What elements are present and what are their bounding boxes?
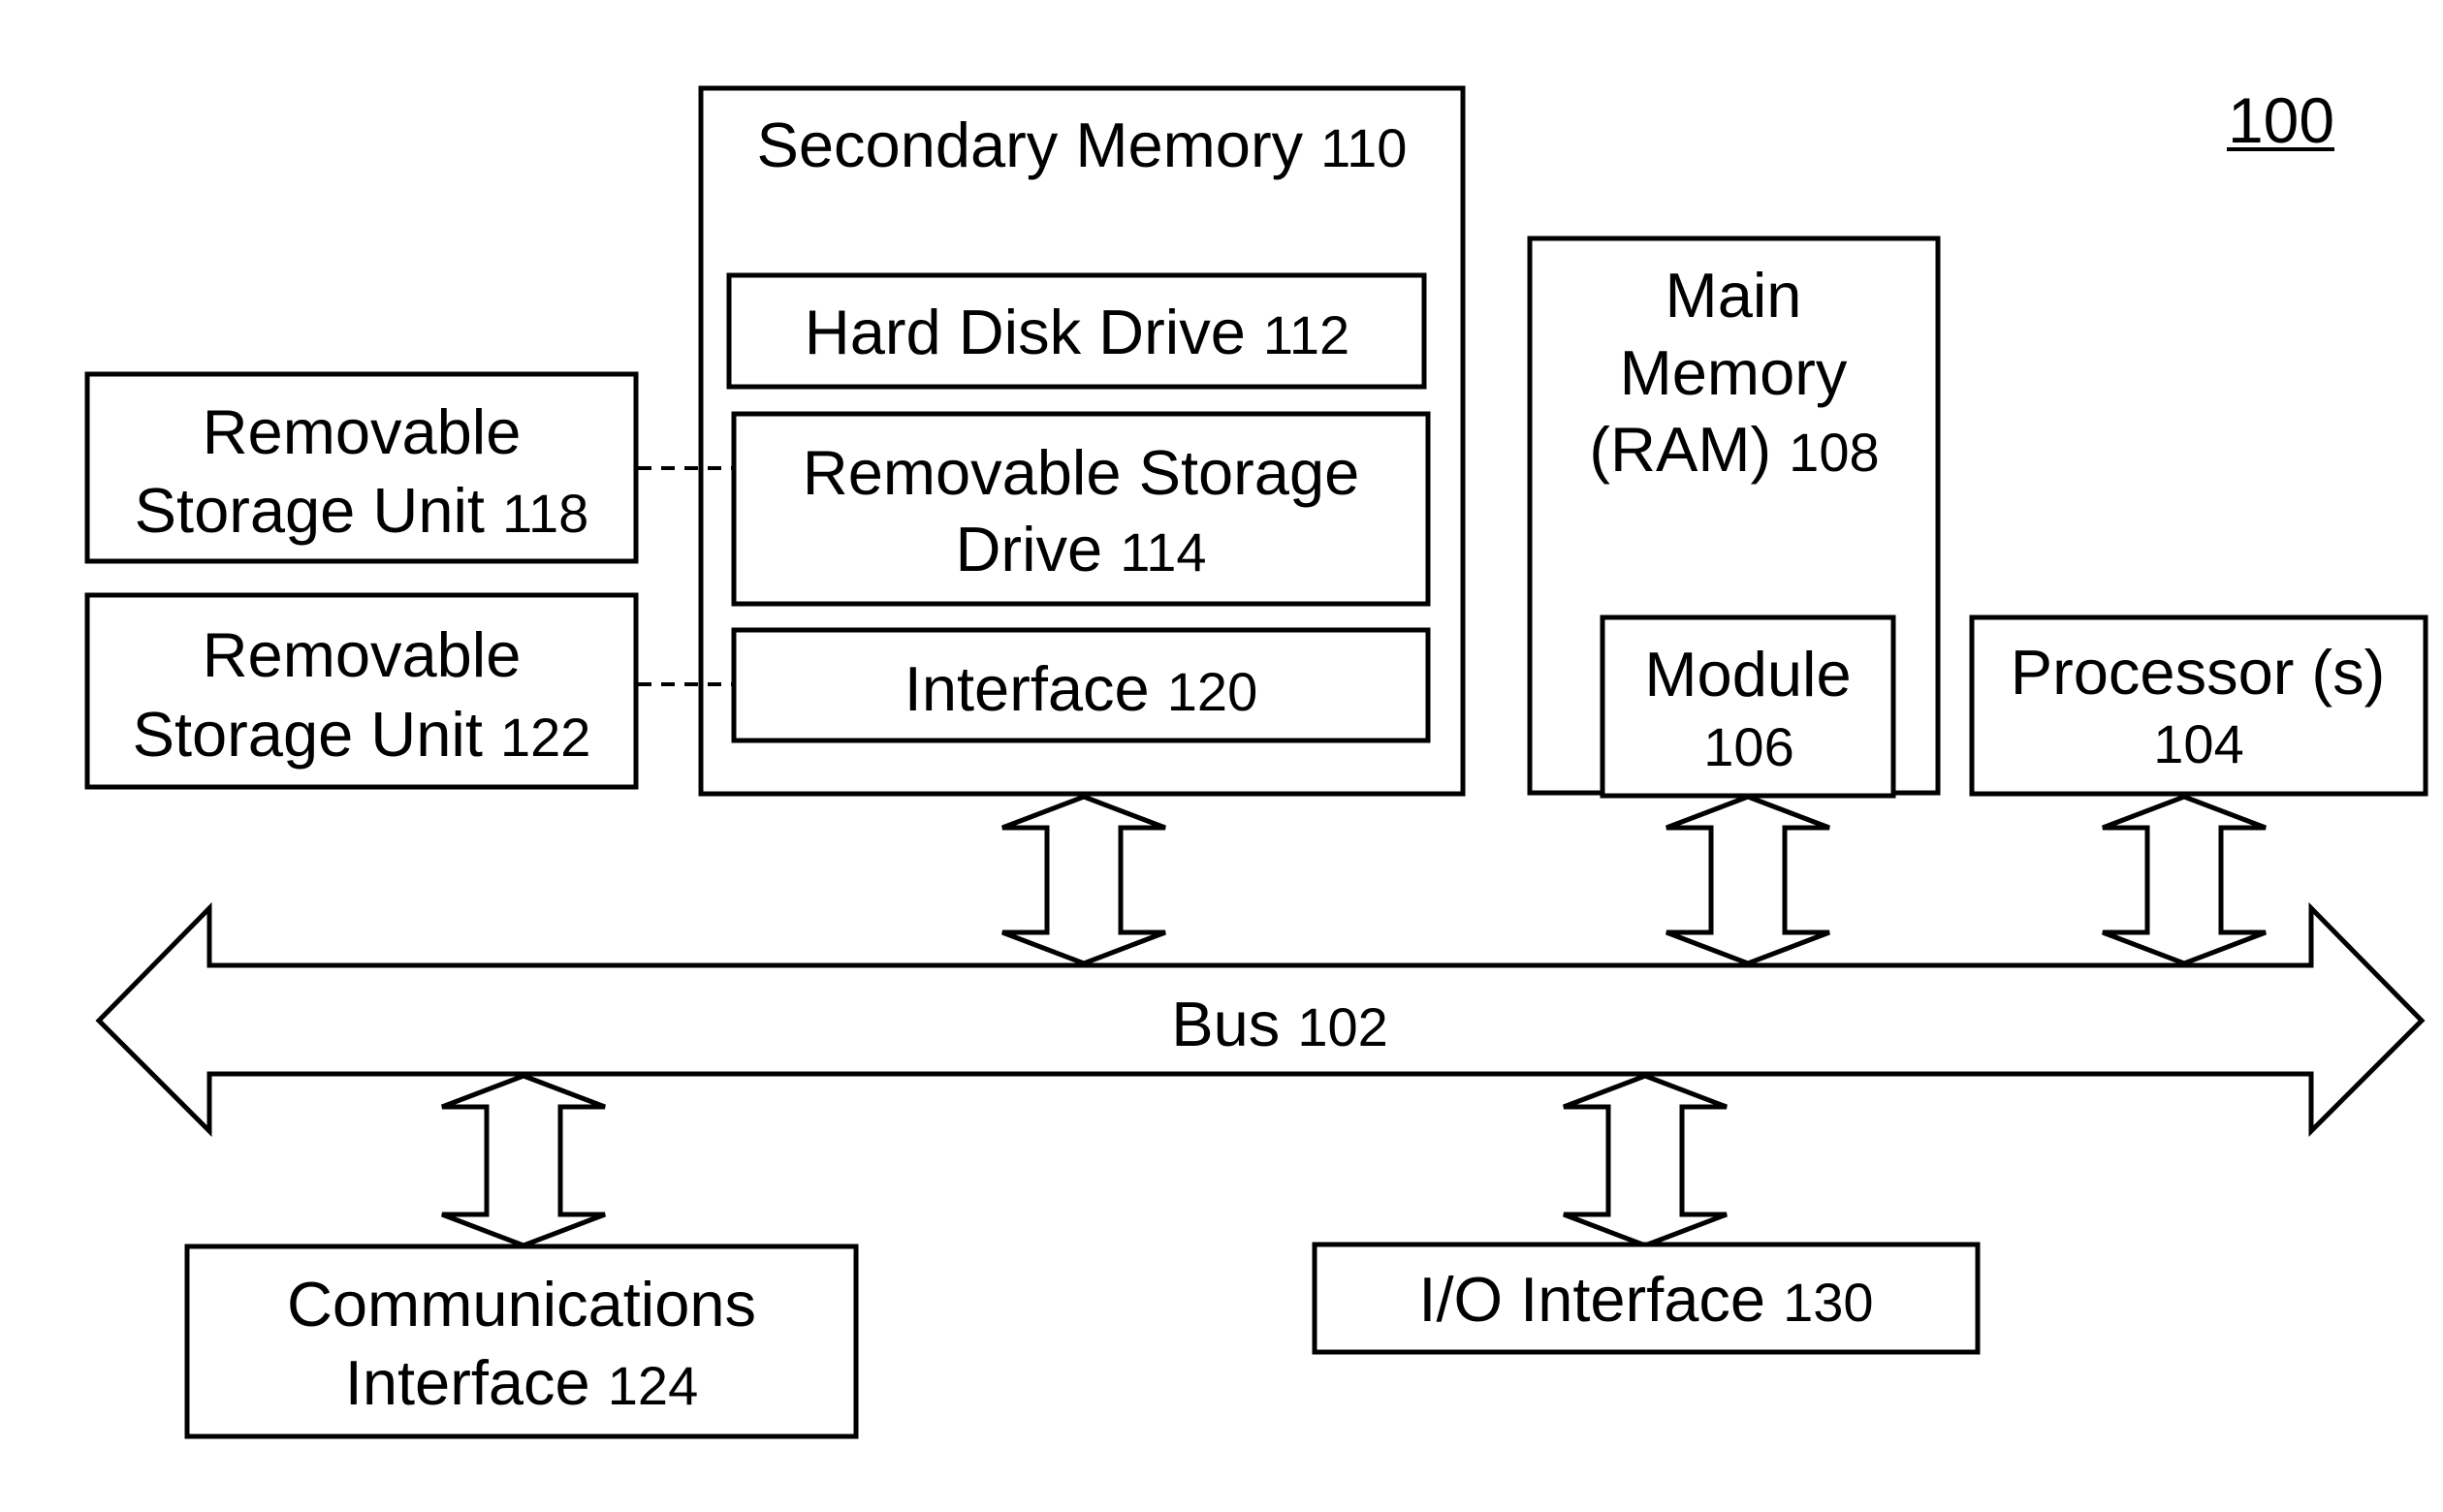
processor-bus-arrow-icon [2102, 794, 2267, 966]
figure-reference: 100 [2227, 84, 2334, 156]
removable-storage-unit-122-box: Removable Storage Unit 122 [84, 592, 639, 790]
main-memory-label-line3: (RAM) 108 [1589, 414, 1879, 485]
removable-storage-unit-118-label-line2: Storage Unit 118 [135, 475, 589, 546]
hard-disk-drive-label: Hard Disk Drive 112 [805, 297, 1349, 367]
communications-interface-label-line1: Communications [287, 1269, 756, 1339]
removable-storage-drive-label-line1: Removable Storage [803, 437, 1360, 508]
io-bus-arrow-icon [1563, 1073, 1728, 1248]
processor-label-line1: Processor (s) [2011, 637, 2385, 708]
module-label-line2: 106 [1703, 716, 1793, 777]
module-box: Module 106 [1600, 614, 1896, 799]
interface-label: Interface 120 [904, 653, 1257, 724]
bus-label: Bus 102 [1171, 989, 1388, 1059]
module-bus-arrow-icon [1666, 794, 1830, 966]
removable-storage-unit-122-label-line2: Storage Unit 122 [133, 699, 591, 770]
removable-storage-unit-122-label-line1: Removable [203, 619, 522, 690]
hard-disk-drive-box: Hard Disk Drive 112 [726, 272, 1427, 390]
io-interface-box: I/O Interface 130 [1312, 1242, 1981, 1355]
communications-interface-label-line2: Interface 124 [345, 1347, 698, 1418]
module-label-line1: Module [1644, 639, 1851, 709]
removable-storage-unit-118-label-line1: Removable [203, 396, 522, 467]
removable-storage-drive-box: Removable Storage Drive 114 [731, 411, 1431, 607]
secondary-memory-bus-arrow-icon [1001, 794, 1166, 966]
removable-storage-unit-118-box: Removable Storage Unit 118 [84, 371, 639, 564]
removable-storage-drive-label-line2: Drive 114 [955, 514, 1206, 584]
processor-label-line2: 104 [2153, 713, 2243, 774]
computer-system-diagram: 100 Secondary Memory 110 Hard Disk Drive… [84, 84, 2428, 1439]
io-interface-label: I/O Interface 130 [1418, 1264, 1873, 1335]
figure-number: 100 [2228, 84, 2334, 156]
secondary-memory-label: Secondary Memory 110 [757, 110, 1408, 180]
communications-interface-box: Communications Interface 124 [184, 1244, 859, 1439]
communications-bus-arrow-icon [441, 1073, 606, 1248]
processor-box: Processor (s) 104 [1969, 614, 2428, 797]
main-memory-label-line2: Memory [1620, 337, 1848, 408]
main-memory-label-line1: Main [1666, 260, 1802, 331]
interface-box: Interface 120 [731, 627, 1431, 743]
bus: Bus 102 [95, 901, 2426, 1138]
